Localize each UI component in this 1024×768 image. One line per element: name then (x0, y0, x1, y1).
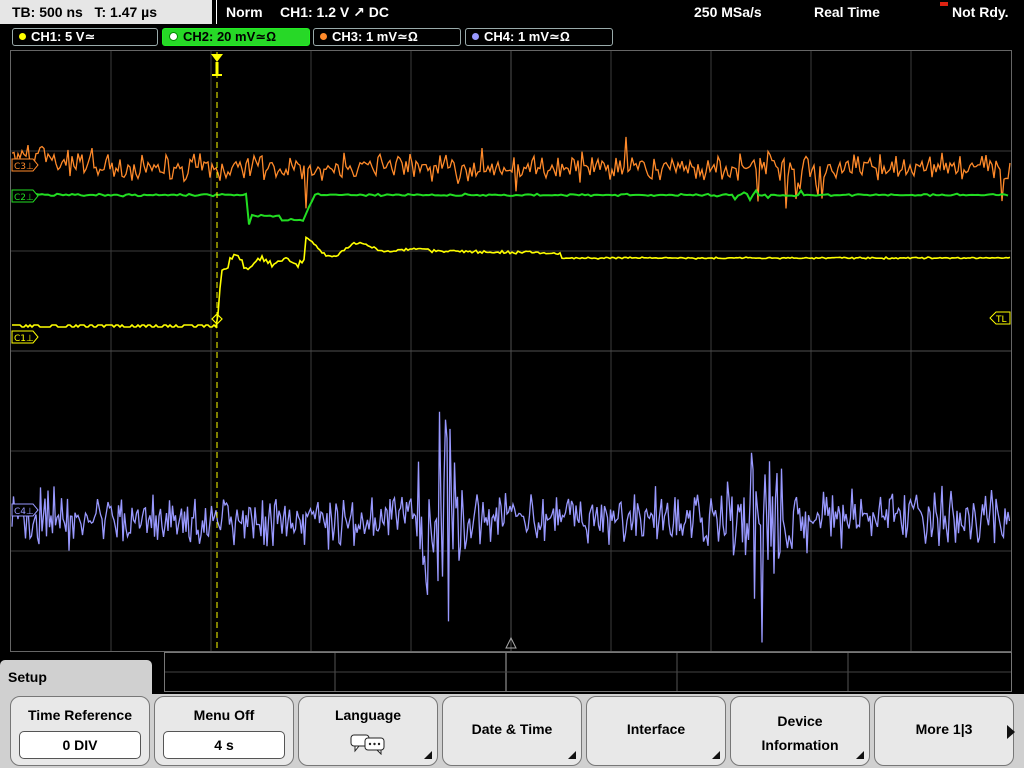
submenu-indicator-icon (856, 751, 864, 759)
menu-title: Setup (0, 660, 152, 694)
interface-label: Interface (626, 721, 686, 737)
date-time-label: Date & Time (471, 721, 553, 737)
zoom-panel (164, 652, 1012, 692)
time-reference-value: 0 DIV (19, 731, 141, 759)
speech-bubbles-icon (350, 734, 385, 755)
device-information-label-1: Device (777, 713, 823, 729)
submenu-indicator-icon (568, 751, 576, 759)
next-page-arrow-icon (1007, 725, 1015, 739)
graticule-frame (10, 50, 1012, 652)
language-button[interactable]: Language (298, 696, 438, 766)
device-information-label-2: Information (761, 737, 839, 753)
time-reference-button[interactable]: Time Reference 0 DIV (10, 696, 150, 766)
interface-button[interactable]: Interface (586, 696, 726, 766)
date-time-button[interactable]: Date & Time (442, 696, 582, 766)
more-label: More 1|3 (915, 721, 973, 737)
submenu-indicator-icon (424, 751, 432, 759)
submenu-indicator-icon (712, 751, 720, 759)
menu-off-button[interactable]: Menu Off 4 s (154, 696, 294, 766)
language-label: Language (334, 707, 402, 723)
menu-off-label: Menu Off (193, 707, 255, 723)
zoom-panel-grid (165, 653, 1011, 691)
device-information-button[interactable]: Device Information (730, 696, 870, 766)
time-reference-label: Time Reference (27, 707, 132, 723)
menu-off-value: 4 s (163, 731, 285, 759)
more-button[interactable]: More 1|3 (874, 696, 1015, 766)
